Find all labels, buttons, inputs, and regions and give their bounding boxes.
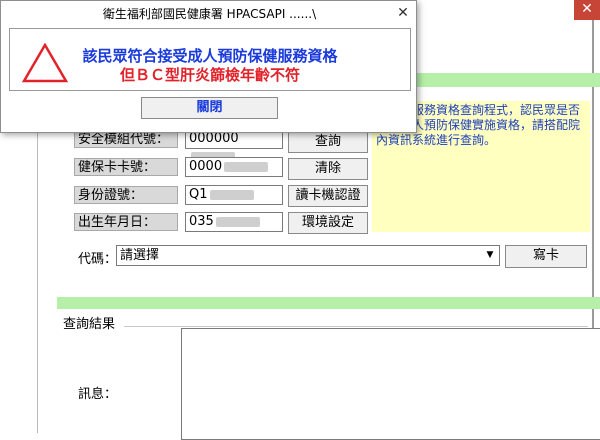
- clear-button[interactable]: 清除: [288, 158, 368, 180]
- result-divider: [124, 326, 588, 327]
- security-module-value: 000000: [189, 131, 239, 146]
- close-icon[interactable]: ✕: [394, 4, 412, 22]
- code-select-value: 請選擇: [120, 248, 160, 263]
- main-close-icon[interactable]: ✕: [574, 0, 600, 20]
- nhi-card-input[interactable]: 0000: [185, 157, 283, 177]
- redacted-mask: [224, 161, 269, 172]
- green-band-middle: [57, 297, 600, 309]
- id-number-value: Q1: [189, 187, 208, 202]
- dialog-message-eligible: 該民眾符合接受成人預防保健服務資格: [82, 47, 338, 65]
- nhi-card-label: 健保卡卡號：: [74, 158, 178, 176]
- chevron-down-icon[interactable]: ▼: [483, 247, 497, 264]
- redacted-mask: [215, 216, 260, 227]
- id-number-label: 身份證號：: [74, 186, 178, 204]
- dialog-title: 衛生福利部國民健康署 HPACSAPI ......\: [102, 7, 317, 21]
- message-textarea[interactable]: [181, 328, 600, 440]
- dialog-close-button[interactable]: 關閉: [141, 97, 278, 119]
- birth-date-label: 出生年月日：: [74, 213, 178, 231]
- dialog-message-panel: 該民眾符合接受成人預防保健服務資格 但ＢＣ型肝炎篩檢年齡不符: [9, 28, 411, 91]
- alert-dialog: 衛生福利部國民健康署 HPACSAPI ......\ ✕ 該民眾符合接受成人預…: [0, 0, 417, 133]
- code-label: 代碼：: [78, 252, 118, 267]
- message-label: 訊息：: [78, 387, 118, 402]
- query-button[interactable]: 查詢: [288, 131, 368, 153]
- redacted-mask: [209, 189, 254, 200]
- read-card-button[interactable]: 讀卡機認證: [288, 185, 368, 207]
- dialog-message-hepatitis: 但ＢＣ型肝炎篩檢年齡不符: [119, 66, 300, 84]
- write-card-button[interactable]: 寫卡: [505, 245, 587, 268]
- result-section-label: 查詢結果: [63, 317, 116, 332]
- id-number-input[interactable]: Q1: [185, 185, 283, 205]
- birth-date-input[interactable]: 035: [185, 212, 283, 232]
- birth-date-value: 035: [189, 214, 214, 229]
- nhi-card-value: 0000: [189, 159, 223, 174]
- settings-button[interactable]: 環境設定: [288, 212, 368, 234]
- code-select[interactable]: 請選擇 ▼: [116, 245, 500, 266]
